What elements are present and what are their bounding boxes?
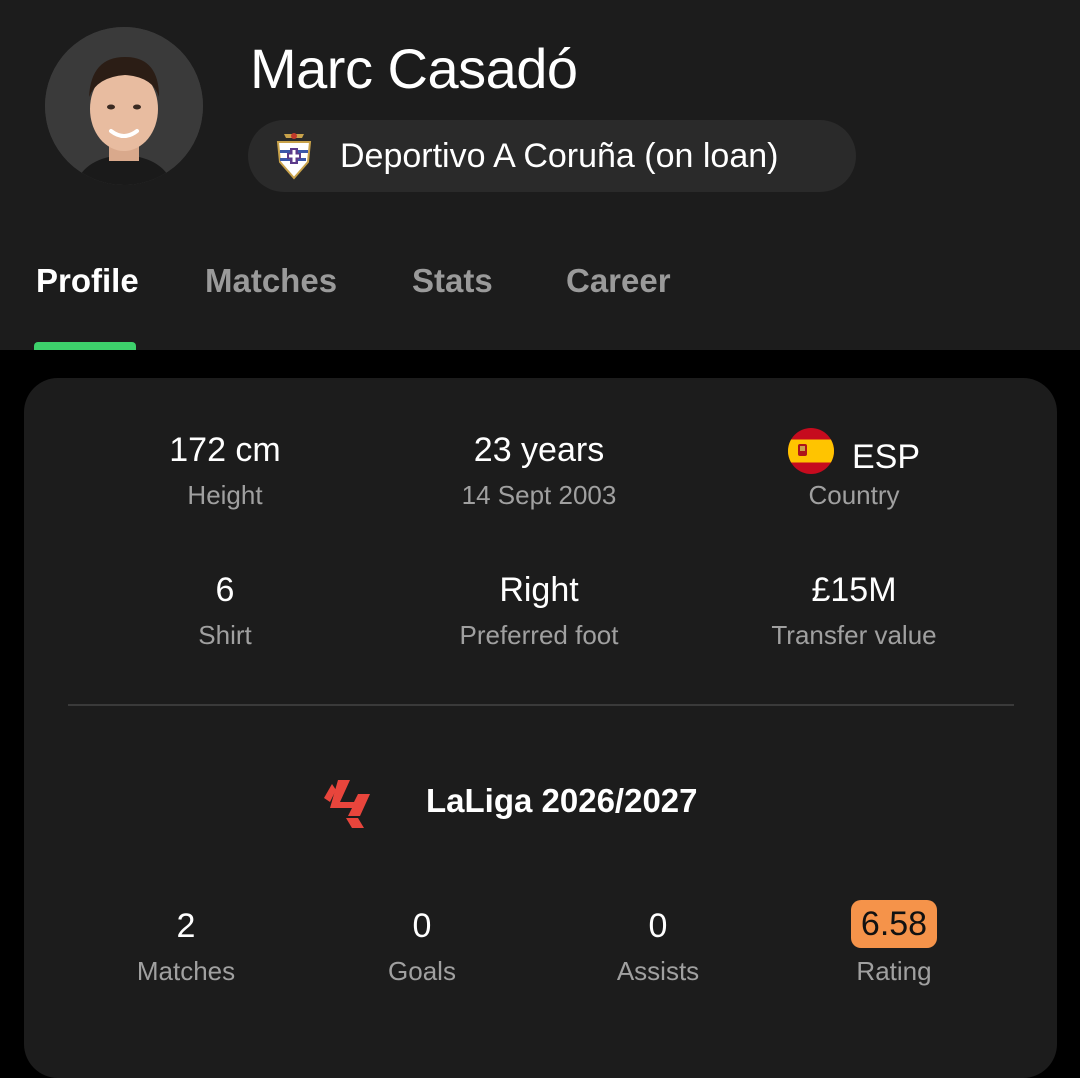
deportivo-crest-icon (272, 132, 316, 180)
transfer-stat[interactable]: £15M Transfer value (694, 568, 1014, 651)
club-name: Deportivo A Coruña (on loan) (340, 137, 779, 175)
assists-stat: 0 Assists (558, 904, 758, 987)
matches-value: 2 (176, 907, 196, 945)
assists-value: 0 (648, 907, 668, 945)
shirt-label: Shirt (198, 620, 252, 650)
goals-label: Goals (388, 956, 456, 986)
shirt-stat: 6 Shirt (65, 568, 385, 651)
tab-matches[interactable]: Matches (205, 262, 337, 300)
shirt-value: 6 (215, 571, 235, 609)
league-name: LaLiga 2026/2027 (426, 782, 698, 819)
height-value: 172 cm (169, 431, 281, 469)
player-header: Marc Casadó Deportivo A Coruña (on loan)… (0, 0, 1080, 350)
country-value: ESP (851, 437, 921, 476)
active-tab-indicator (34, 342, 136, 350)
assists-label: Assists (616, 956, 700, 986)
matches-label: Matches (136, 956, 236, 986)
foot-label: Preferred foot (459, 620, 619, 650)
tab-career[interactable]: Career (566, 262, 671, 300)
age-value: 23 years (473, 431, 605, 469)
birth-date: 14 Sept 2003 (461, 480, 617, 510)
profile-card: 172 cm Height 23 years 14 Sept 2003 ESP … (24, 378, 1057, 1078)
divider (68, 704, 1014, 706)
height-label: Height (187, 480, 263, 510)
laliga-logo-icon (320, 776, 380, 832)
league-selector[interactable]: LaLiga 2026/2027 (320, 776, 740, 836)
player-name: Marc Casadó (250, 37, 578, 100)
tab-profile[interactable]: Profile (36, 262, 139, 300)
tab-stats[interactable]: Stats (412, 262, 493, 300)
country-stat[interactable]: ESP Country (694, 428, 1014, 511)
rating-stat: 6.58 Rating (794, 900, 994, 987)
tab-bar: Profile Matches Stats Career (0, 262, 1080, 350)
age-stat: 23 years 14 Sept 2003 (379, 428, 699, 511)
transfer-label: Transfer value (771, 620, 937, 650)
foot-value: Right (499, 571, 579, 609)
foot-stat: Right Preferred foot (379, 568, 699, 651)
country-label: Country (808, 480, 900, 510)
rating-badge: 6.58 (850, 900, 938, 948)
transfer-value: £15M (811, 571, 897, 609)
height-stat: 172 cm Height (65, 428, 385, 511)
goals-value: 0 (412, 907, 432, 945)
rating-label: Rating (856, 956, 932, 986)
spain-flag-icon (787, 428, 834, 485)
matches-stat: 2 Matches (86, 904, 286, 987)
avatar[interactable] (45, 27, 203, 185)
club-chip[interactable]: Deportivo A Coruña (on loan) (248, 120, 856, 192)
player-photo (45, 27, 203, 185)
goals-stat: 0 Goals (322, 904, 522, 987)
